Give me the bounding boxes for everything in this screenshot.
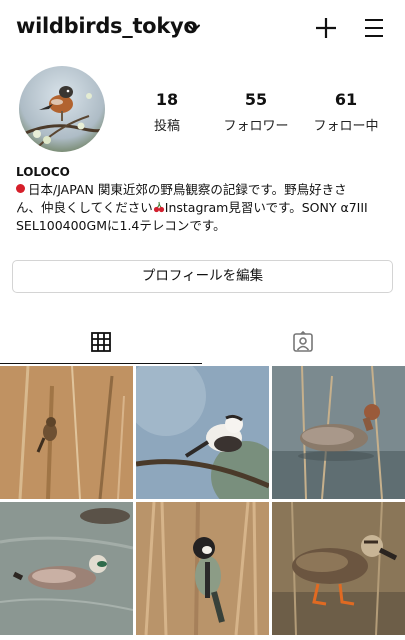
posts-grid	[0, 366, 405, 640]
menu-icon[interactable]	[362, 16, 386, 40]
post-thumbnail[interactable]	[272, 366, 405, 499]
posts-count-value: 18	[155, 90, 179, 109]
profile-name: LOLOCO	[16, 165, 70, 179]
following-count-value: 61	[334, 90, 358, 109]
chevron-down-icon[interactable]	[186, 20, 202, 36]
tagged-person-icon	[293, 331, 313, 352]
grid-icon	[91, 332, 111, 352]
followers-count[interactable]: 55 フォロワー	[211, 90, 301, 134]
followers-count-label: フォロワー	[223, 119, 289, 134]
post-thumbnail[interactable]	[136, 502, 269, 635]
bio-line-1: 日本/JAPAN 関東近郊の野鳥観察の記録です。野鳥好きさ	[28, 182, 347, 197]
edit-profile-button[interactable]: プロフィールを編集	[12, 260, 393, 293]
post-thumbnail[interactable]	[272, 502, 405, 635]
profile-bio: 日本/JAPAN 関東近郊の野鳥観察の記録です。野鳥好きさ ん、仲良くしてくださ…	[16, 181, 396, 235]
followers-count-value: 55	[244, 90, 268, 109]
posts-count-label: 投稿	[153, 119, 180, 134]
following-count[interactable]: 61 フォロー中	[301, 90, 391, 134]
post-thumbnail[interactable]	[136, 366, 269, 499]
post-thumbnail[interactable]	[0, 502, 133, 635]
top-bar: wildbirds_tokyo	[0, 0, 405, 56]
post-thumbnail[interactable]	[0, 366, 133, 499]
following-count-label: フォロー中	[313, 119, 379, 134]
posts-count[interactable]: 18 投稿	[122, 90, 212, 134]
bio-line-2a: ん、仲良くしてください	[16, 200, 153, 215]
bio-line-3: SEL100400GMに1.4テレコンです。	[16, 218, 226, 233]
japan-flag-icon	[16, 184, 25, 193]
username-title[interactable]: wildbirds_tokyo	[16, 14, 198, 38]
bio-line-2b: Instagram見習いです。SONY α7III	[164, 200, 368, 215]
tab-posts-grid[interactable]	[0, 322, 202, 364]
cherry-icon	[153, 201, 164, 213]
tab-tagged[interactable]	[202, 322, 405, 364]
plus-icon[interactable]	[314, 16, 338, 40]
avatar[interactable]	[19, 66, 105, 152]
